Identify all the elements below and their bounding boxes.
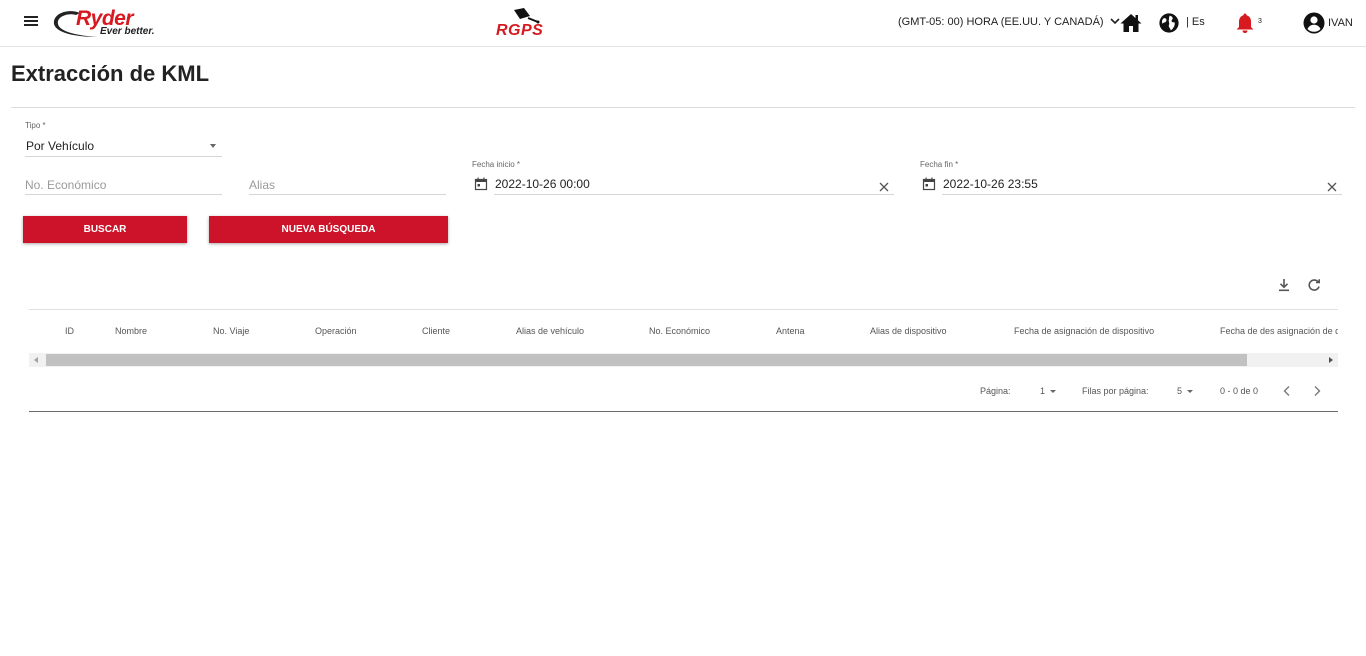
brand-tagline: Ever better.: [100, 26, 155, 37]
tipo-value: Por Vehículo: [26, 139, 95, 153]
fecha-inicio-label: Fecha inicio *: [472, 160, 521, 169]
chevron-right-icon[interactable]: [1310, 384, 1324, 398]
alias-field[interactable]: [249, 175, 446, 195]
horizontal-scrollbar[interactable]: [29, 353, 1338, 367]
caret-down-icon: [1050, 390, 1057, 394]
chevron-left-icon[interactable]: [1280, 384, 1294, 398]
home-icon[interactable]: [1119, 11, 1143, 35]
ryder-logo[interactable]: Ryder Ever better.: [50, 7, 162, 39]
calendar-icon[interactable]: [474, 177, 488, 191]
caret-down-icon: [210, 144, 216, 148]
refresh-icon[interactable]: [1306, 277, 1322, 293]
column-header-no-viaje[interactable]: No. Viaje: [213, 326, 249, 336]
tipo-select[interactable]: Por Vehículo: [25, 137, 222, 157]
nueva-busqueda-button[interactable]: NUEVA BÚSQUEDA: [209, 216, 448, 243]
scrollbar-thumb[interactable]: [46, 354, 1247, 366]
product-name: RGPS: [496, 22, 544, 39]
column-header-fecha-desasignacion[interactable]: Fecha de des asignación de d: [1220, 326, 1338, 336]
account-circle-icon[interactable]: [1302, 11, 1326, 35]
calendar-icon[interactable]: [922, 177, 936, 191]
no-economico-field[interactable]: [25, 175, 222, 195]
page-select[interactable]: 1: [1040, 386, 1057, 396]
rows-per-page-value: 5: [1177, 386, 1183, 396]
app-header: Ryder Ever better. RGPS (GMT-05: 00) HOR…: [0, 0, 1366, 47]
tipo-label: Tipo *: [25, 121, 46, 130]
bell-icon[interactable]: [1233, 11, 1257, 35]
scroll-right-arrow-icon[interactable]: [1329, 357, 1333, 363]
close-icon[interactable]: [879, 182, 889, 192]
page-title: Extracción de KML: [11, 61, 210, 86]
language-selector[interactable]: | Es: [1186, 16, 1205, 28]
timezone-select[interactable]: (GMT-05: 00) HORA (EE.UU. Y CANADÁ): [898, 16, 1120, 28]
rows-per-page-select[interactable]: 5: [1177, 386, 1194, 396]
menu-icon[interactable]: [24, 14, 38, 30]
column-header-cliente[interactable]: Cliente: [422, 326, 450, 336]
rgps-logo[interactable]: RGPS: [494, 6, 554, 40]
user-name[interactable]: IVAN: [1328, 17, 1353, 29]
fecha-fin-label: Fecha fin *: [920, 160, 959, 169]
fecha-fin-field[interactable]: 2022-10-26 23:55: [942, 175, 1342, 195]
column-header-fecha-asignacion[interactable]: Fecha de asignación de dispositivo: [1014, 326, 1154, 336]
scroll-left-arrow-icon[interactable]: [34, 357, 38, 363]
globe-icon[interactable]: [1158, 12, 1180, 34]
table-bottom-border: [29, 411, 1338, 412]
column-header-nombre[interactable]: Nombre: [115, 326, 147, 336]
title-divider: [11, 107, 1355, 108]
no-economico-input[interactable]: [25, 175, 222, 194]
fecha-fin-value: 2022-10-26 23:55: [943, 177, 1038, 191]
fecha-inicio-field[interactable]: 2022-10-26 00:00: [494, 175, 894, 195]
column-header-operacion[interactable]: Operación: [315, 326, 357, 336]
close-icon[interactable]: [1327, 182, 1337, 192]
rows-per-page-label: Filas por página:: [1082, 386, 1149, 396]
page-range: 0 - 0 de 0: [1220, 386, 1259, 396]
notification-count: 3: [1258, 18, 1262, 25]
timezone-value: (GMT-05: 00) HORA (EE.UU. Y CANADÁ): [898, 16, 1104, 28]
column-header-alias-vehiculo[interactable]: Alias de vehículo: [516, 326, 584, 336]
alias-input[interactable]: [249, 175, 446, 194]
caret-down-icon: [1187, 390, 1194, 394]
column-header-alias-dispositivo[interactable]: Alias de dispositivo: [870, 326, 947, 336]
buscar-button[interactable]: BUSCAR: [23, 216, 187, 243]
column-header-id[interactable]: ID: [65, 326, 74, 336]
column-header-no-economico[interactable]: No. Económico: [649, 326, 710, 336]
page-label: Página:: [980, 386, 1011, 396]
page-value: 1: [1040, 386, 1046, 396]
download-icon[interactable]: [1276, 277, 1292, 293]
column-header-antena[interactable]: Antena: [776, 326, 805, 336]
data-table: ID Nombre No. Viaje Operación Cliente Al…: [29, 310, 1338, 354]
fecha-inicio-value: 2022-10-26 00:00: [495, 177, 590, 191]
